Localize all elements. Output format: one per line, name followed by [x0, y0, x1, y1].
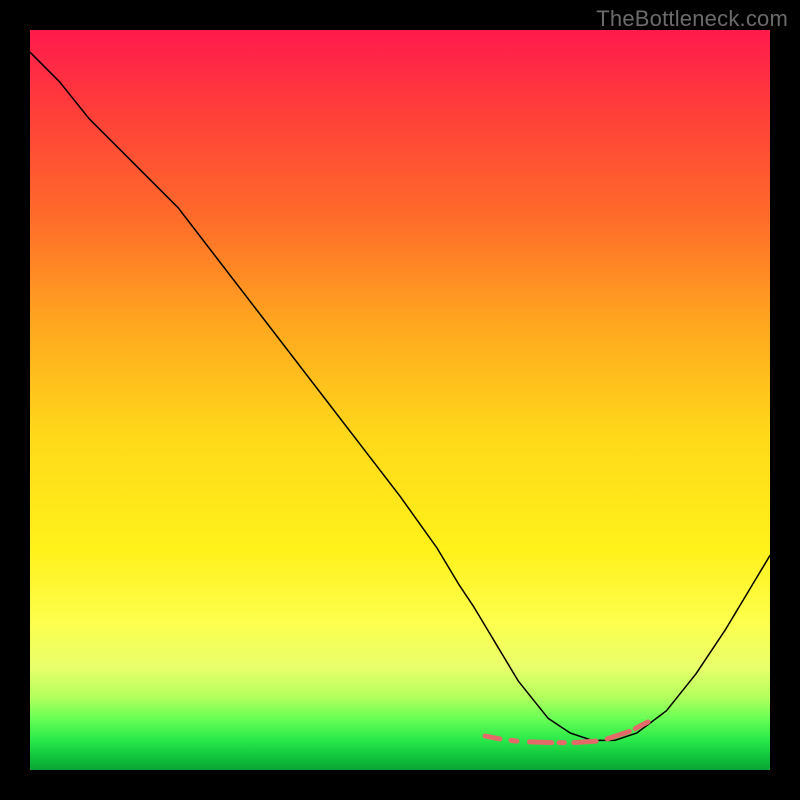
bottleneck-chart-svg — [30, 30, 770, 770]
optimal-band-markers-segment — [530, 742, 552, 743]
optimal-band-markers-segment — [607, 732, 629, 739]
optimal-band-markers-segment — [511, 740, 517, 741]
optimal-band-markers-segment — [485, 736, 500, 739]
chart-frame: TheBottleneck.com — [0, 0, 800, 800]
watermark-text: TheBottleneck.com — [596, 6, 788, 32]
optimal-band-markers-segment — [574, 741, 596, 742]
plot-area — [30, 30, 770, 770]
optimal-band-markers-segment — [635, 722, 648, 729]
bottleneck-curve — [30, 52, 770, 740]
